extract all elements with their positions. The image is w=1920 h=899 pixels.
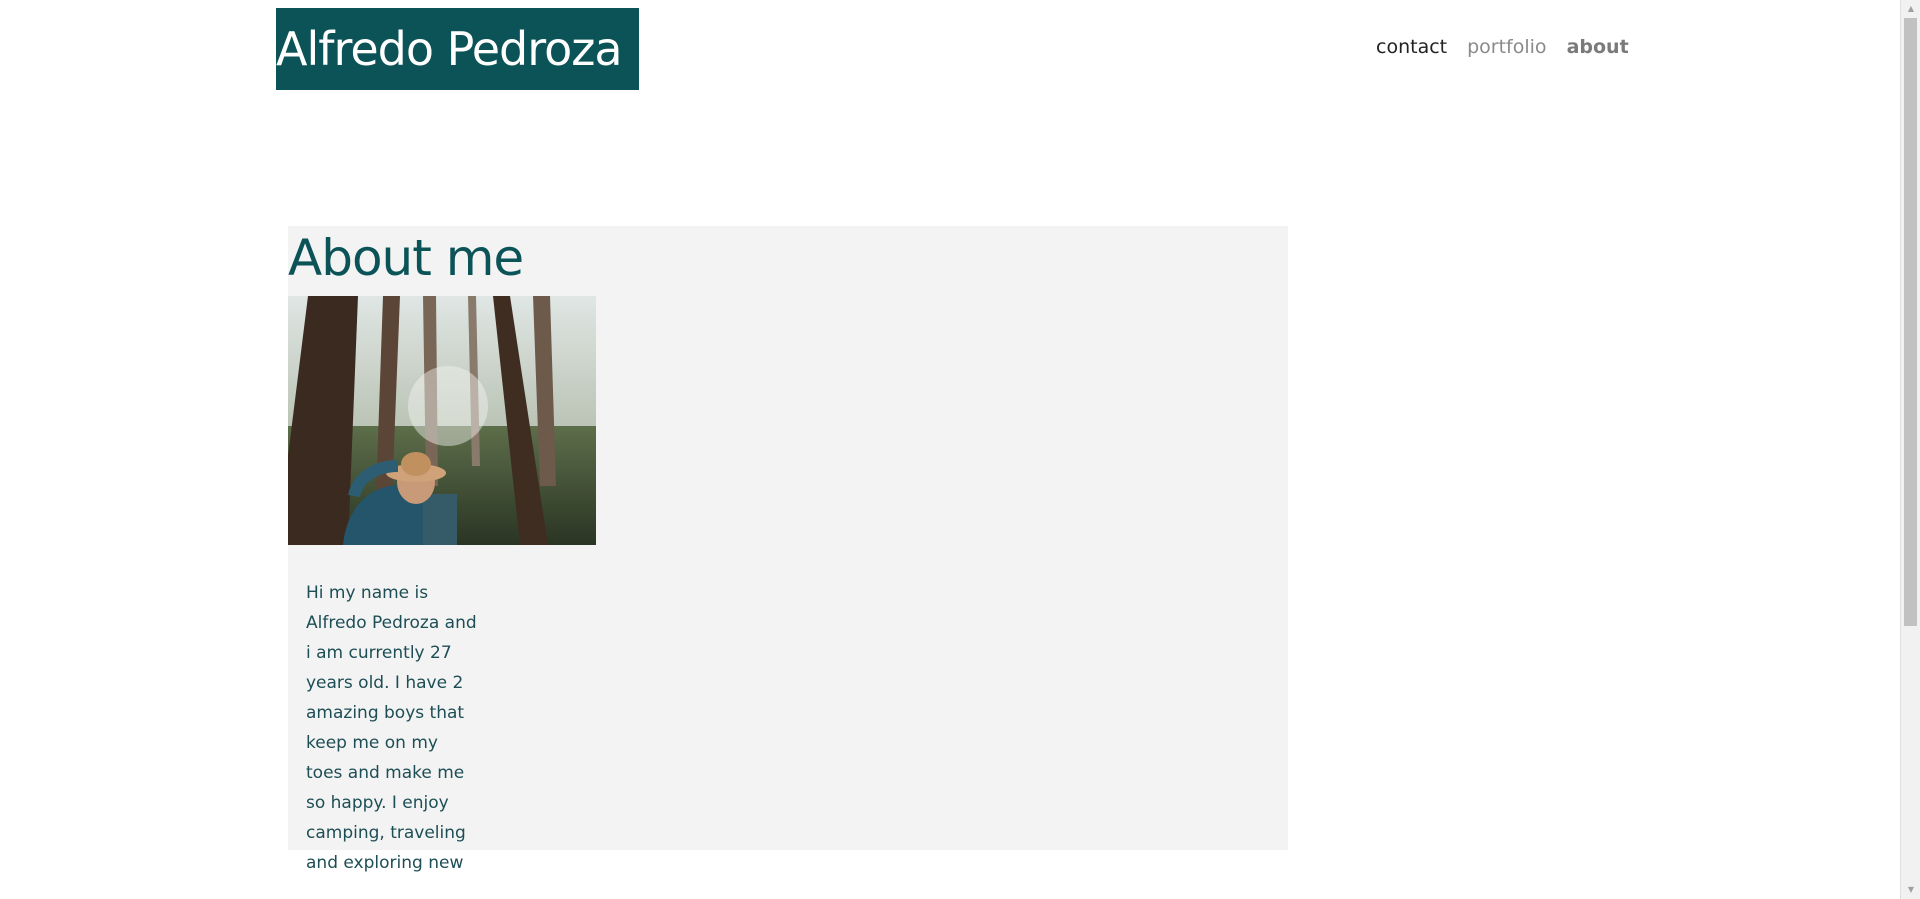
page: Alfredo Pedroza contact portfolio about … — [0, 0, 1920, 899]
site-logo[interactable]: Alfredo Pedroza — [276, 8, 639, 90]
scroll-up-icon[interactable]: ▲ — [1901, 0, 1920, 18]
about-photo — [288, 296, 596, 545]
main-nav: contact portfolio about — [1376, 36, 1629, 58]
nav-link-about[interactable]: about — [1567, 36, 1629, 58]
scroll-down-icon[interactable]: ▼ — [1901, 881, 1920, 899]
nav-link-portfolio[interactable]: portfolio — [1467, 36, 1546, 58]
scrollbar-thumb[interactable] — [1904, 18, 1917, 626]
about-title: About me — [288, 229, 524, 287]
vertical-scrollbar[interactable]: ▲ ▼ — [1900, 0, 1920, 899]
nav-link-contact[interactable]: contact — [1376, 36, 1447, 58]
about-bio: Hi my name is Alfredo Pedroza and i am c… — [306, 583, 477, 873]
